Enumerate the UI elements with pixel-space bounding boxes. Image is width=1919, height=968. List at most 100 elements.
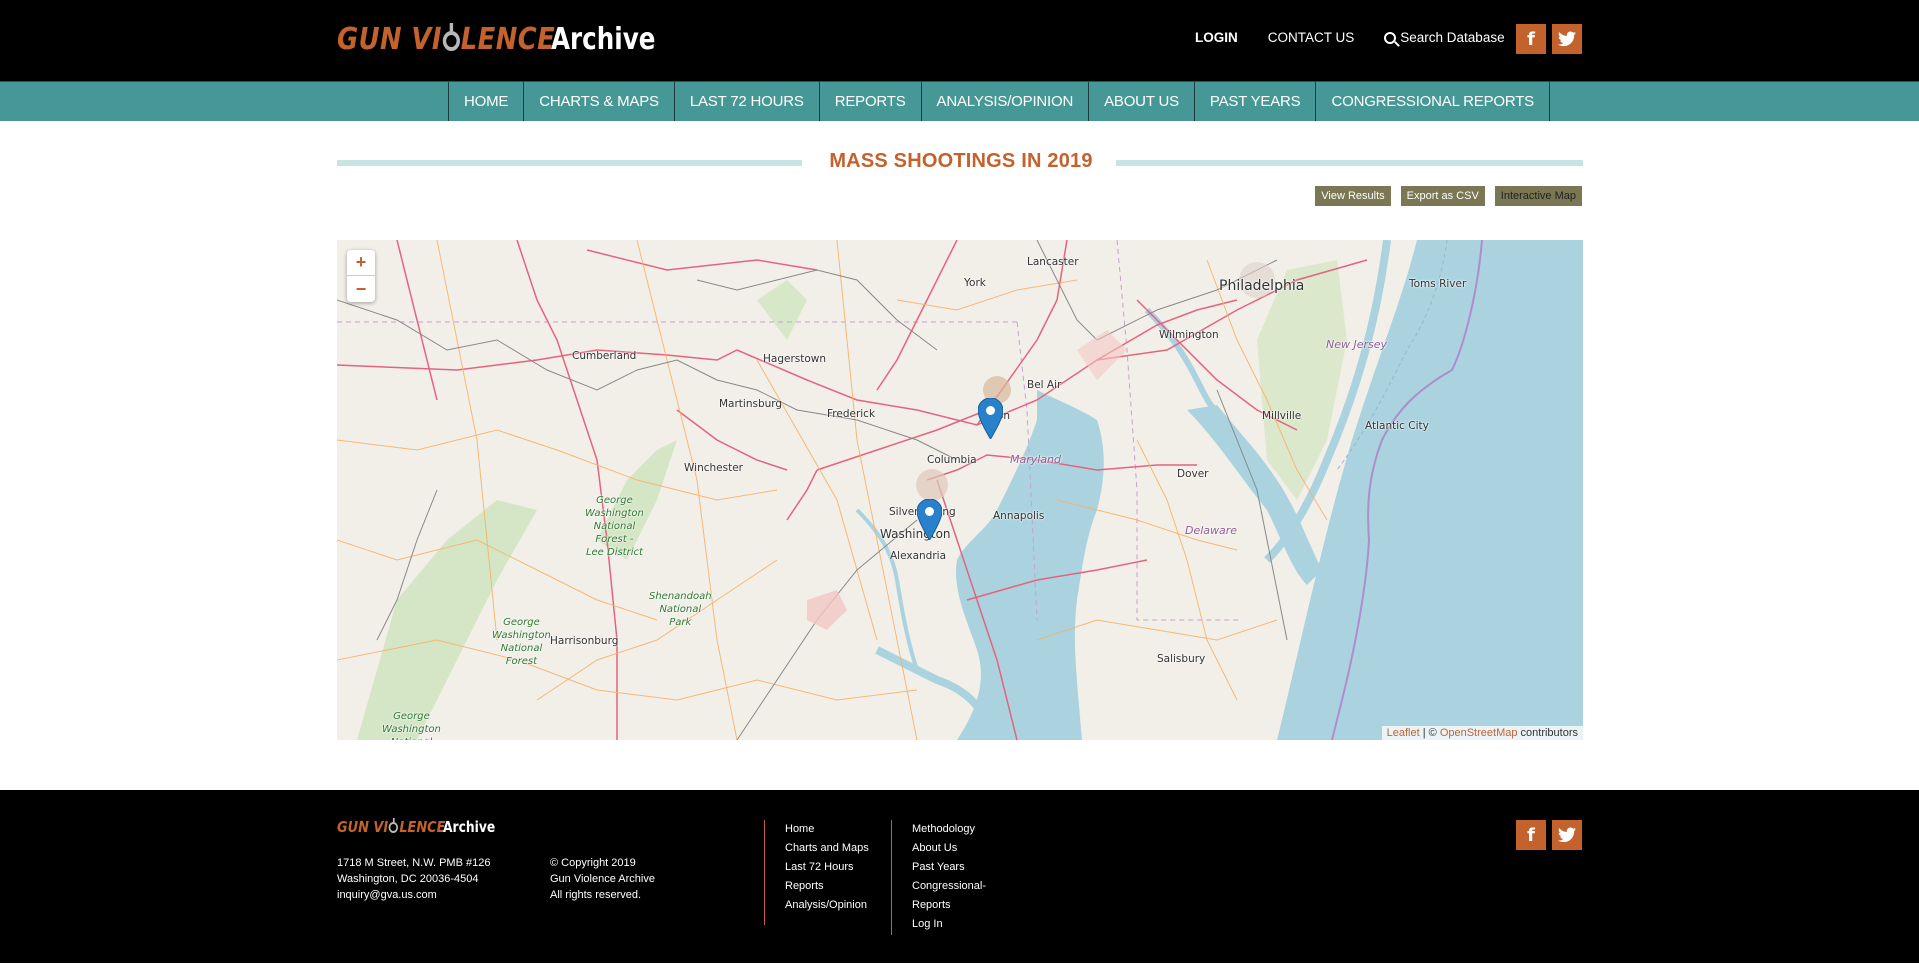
zoom-out-button[interactable]: − — [347, 276, 375, 302]
logo-ring-icon — [442, 23, 460, 51]
interactive-map-button[interactable]: Interactive Map — [1494, 186, 1582, 206]
search-icon — [1384, 31, 1397, 44]
copyright-line-3: All rights reserved. — [550, 889, 642, 901]
copyright-line-2: Gun Violence Archive — [550, 873, 655, 885]
twitter-icon — [1558, 827, 1576, 843]
copyright-line-1: © Copyright 2019 — [550, 857, 636, 869]
main-nav: HOME CHARTS & MAPS LAST 72 HOURS REPORTS… — [0, 81, 1919, 121]
footer-logo[interactable]: GUN VI LENCE Archive — [337, 818, 507, 836]
view-results-button[interactable]: View Results — [1315, 186, 1391, 206]
map-label-cumberland: Cumberland — [572, 350, 637, 362]
facebook-button[interactable]: f — [1516, 24, 1546, 54]
contact-email-link[interactable]: inquiry@gva.us.com — [337, 889, 437, 901]
map-label-annapolis: Annapolis — [993, 510, 1045, 522]
map-label-millville: Millville — [1262, 410, 1302, 422]
footer-nav-secondary: Methodology About Us Past Years Congress… — [891, 820, 986, 935]
marker-pin-icon — [917, 499, 942, 540]
nav-analysis-opinion[interactable]: ANALYSIS/OPINION — [922, 82, 1090, 121]
footer-link-reports[interactable]: Reports — [785, 880, 824, 892]
map-label-shenandoah: Shenandoah National Park — [649, 591, 712, 628]
footer-address: 1718 M Street, N.W. PMB #126 Washington,… — [337, 855, 490, 903]
chesapeake-bay — [956, 390, 1104, 740]
footer-nav-primary: Home Charts and Maps Last 72 Hours Repor… — [764, 820, 869, 925]
footer-copyright: © Copyright 2019 Gun Violence Archive Al… — [550, 855, 655, 903]
footer-link-charts-maps[interactable]: Charts and Maps — [785, 842, 869, 854]
map-label-gw-forest: George Washington National Forest — [492, 617, 551, 667]
footer-logo-gun-violence: GUN VI LENCE — [337, 818, 446, 836]
rail-lines — [337, 240, 1288, 740]
footer-link-about-us[interactable]: About Us — [912, 842, 957, 854]
map-label-dover: Dover — [1177, 468, 1209, 480]
map-label-delaware: Delaware — [1185, 524, 1238, 537]
page-title: MASS SHOOTINGS IN 2019 — [829, 150, 1093, 172]
map-label-maryland: Maryland — [1010, 453, 1062, 466]
site-logo[interactable]: GUN VI LENCE Archive — [337, 22, 678, 60]
leaflet-link[interactable]: Leaflet — [1387, 727, 1420, 739]
view-toolbar: View Results Export as CSV Interactive M… — [1315, 186, 1582, 206]
login-link[interactable]: LOGIN — [1195, 30, 1238, 45]
map-label-wilmington: Wilmington — [1159, 329, 1219, 341]
map-marker-washington[interactable] — [917, 499, 942, 540]
marker-pin-icon — [978, 398, 1003, 439]
interactive-map[interactable]: Lancaster York Philadelphia Toms River C… — [337, 240, 1583, 740]
footer-link-congressional-reports[interactable]: Reports — [912, 899, 951, 911]
map-marker-baltimore[interactable] — [978, 398, 1003, 439]
facebook-icon: f — [1527, 28, 1535, 50]
nav-past-years[interactable]: PAST YEARS — [1195, 82, 1317, 121]
contact-us-link[interactable]: CONTACT US — [1268, 30, 1355, 45]
footer-logo-ring-icon — [389, 818, 399, 833]
footer-facebook-button[interactable]: f — [1516, 820, 1546, 850]
search-database-link[interactable]: Search Database — [1384, 30, 1505, 45]
site-footer: GUN VI LENCE Archive 1718 M Street, N.W. … — [0, 790, 1919, 963]
footer-link-home[interactable]: Home — [785, 823, 814, 835]
twitter-icon — [1558, 31, 1576, 47]
openstreetmap-link[interactable]: OpenStreetMap — [1440, 727, 1518, 739]
map-label-frederick: Frederick — [827, 408, 876, 420]
title-divider-right — [1116, 160, 1583, 166]
twitter-button[interactable] — [1552, 24, 1582, 54]
address-line-1: 1718 M Street, N.W. PMB #126 — [337, 857, 491, 869]
map-label-harrisonburg: Harrisonburg — [550, 635, 619, 647]
map-label-york: York — [964, 277, 986, 289]
export-csv-button[interactable]: Export as CSV — [1400, 186, 1485, 206]
footer-link-past-years[interactable]: Past Years — [912, 861, 965, 873]
attribution-separator: | © — [1419, 727, 1440, 739]
map-attribution: Leaflet | © OpenStreetMap contributors — [1381, 726, 1583, 740]
map-label-gw-forest-lee-district: George Washington National Forest - Lee … — [585, 495, 644, 558]
map-label-salisbury: Salisbury — [1157, 653, 1206, 665]
footer-link-congressional[interactable]: Congressional- — [912, 880, 986, 892]
footer-link-analysis-opinion[interactable]: Analysis/Opinion — [785, 899, 867, 911]
logo-text-archive: Archive — [550, 22, 656, 57]
map-label-columbia: Columbia — [927, 454, 977, 466]
attribution-suffix: contributors — [1517, 727, 1578, 739]
dc-urban — [916, 469, 948, 501]
footer-link-log-in[interactable]: Log In — [912, 918, 943, 930]
search-database-label: Search Database — [1400, 30, 1505, 45]
secondary-roads — [337, 240, 1328, 740]
footer-link-last-72-hours[interactable]: Last 72 Hours — [785, 861, 853, 873]
map-label-alexandria: Alexandria — [890, 550, 947, 562]
map-label-gw-forest-south: George Washington National — [382, 711, 441, 740]
map-label-hagerstown: Hagerstown — [763, 353, 827, 365]
map-label-philadelphia: Philadelphia — [1219, 278, 1305, 294]
nav-last-72-hours[interactable]: LAST 72 HOURS — [675, 82, 820, 121]
map-label-lancaster: Lancaster — [1027, 256, 1079, 268]
zoom-in-button[interactable]: + — [347, 250, 375, 276]
footer-twitter-button[interactable] — [1552, 820, 1582, 850]
footer-logo-archive: Archive — [443, 818, 496, 836]
address-line-2: Washington, DC 20036-4504 — [337, 873, 479, 885]
nav-home[interactable]: HOME — [449, 82, 525, 121]
logo-text-gun-violence: GUN VI LENCE — [337, 22, 556, 57]
footer-link-methodology[interactable]: Methodology — [912, 823, 975, 835]
map-zoom-control: + − — [347, 250, 375, 302]
nav-about-us[interactable]: ABOUT US — [1089, 82, 1195, 121]
map-label-bel-air: Bel Air — [1027, 379, 1062, 391]
nav-reports[interactable]: REPORTS — [820, 82, 922, 121]
top-header: GUN VI LENCE Archive LOGIN CONTACT US Sea… — [0, 0, 1919, 81]
facebook-icon: f — [1527, 824, 1535, 846]
map-label-new-jersey: New Jersey — [1326, 338, 1388, 351]
nav-congressional-reports[interactable]: CONGRESSIONAL REPORTS — [1316, 82, 1550, 121]
map-label-atlantic-city: Atlantic City — [1365, 420, 1429, 432]
map-label-winchester: Winchester — [684, 462, 743, 474]
nav-charts-maps[interactable]: CHARTS & MAPS — [524, 82, 675, 121]
